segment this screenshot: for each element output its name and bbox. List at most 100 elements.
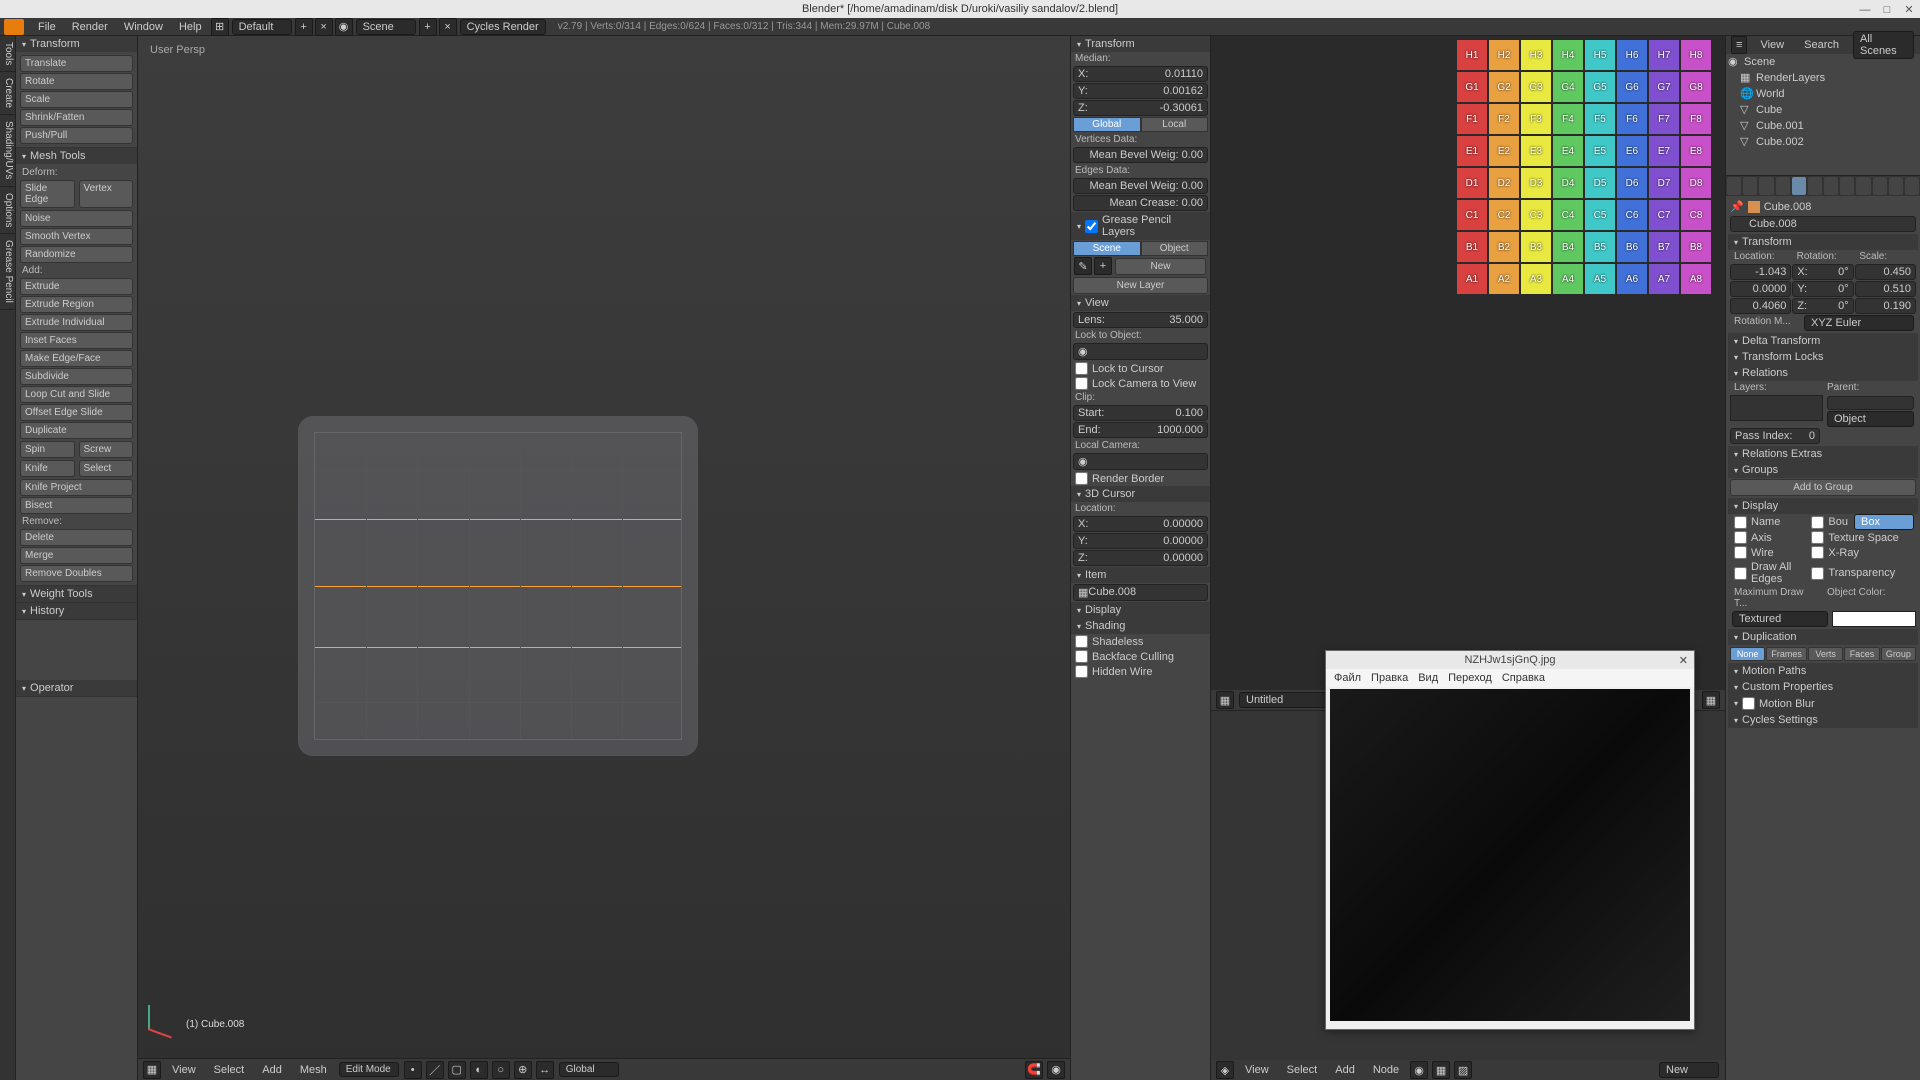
bounds-type-dropdown[interactable]: Box: [1854, 514, 1914, 530]
shadeless-check[interactable]: Shadeless: [1071, 634, 1210, 649]
parent-obj-field[interactable]: [1827, 396, 1914, 410]
engine-dropdown[interactable]: Cycles Render: [460, 19, 546, 35]
limit-sel-icon[interactable]: ◐: [470, 1061, 488, 1079]
palette-swatch[interactable]: B2: [1489, 232, 1519, 262]
palette-swatch[interactable]: D6: [1617, 168, 1647, 198]
3d-viewport[interactable]: User Persp (1) Cube.008: [138, 36, 1070, 1058]
tab-renderlayers[interactable]: [1743, 177, 1757, 195]
tab-modifiers[interactable]: [1824, 177, 1838, 195]
palette-swatch[interactable]: C2: [1489, 200, 1519, 230]
parent-type-dropdown[interactable]: Object: [1827, 411, 1914, 427]
uv-mode-icon[interactable]: ▦: [1702, 691, 1720, 709]
shader-tree-icon[interactable]: ◉: [1410, 1061, 1428, 1079]
palette-swatch[interactable]: B7: [1649, 232, 1679, 262]
palette-swatch[interactable]: H8: [1681, 40, 1711, 70]
node-editor-icon[interactable]: ◈: [1216, 1061, 1234, 1079]
translate-button[interactable]: Translate: [20, 55, 133, 72]
palette-swatch[interactable]: B8: [1681, 232, 1711, 262]
palette-swatch[interactable]: F8: [1681, 104, 1711, 134]
layout-dropdown[interactable]: Default: [232, 19, 292, 35]
vtab-grease[interactable]: Grease Pencil: [0, 234, 15, 310]
bisect-button[interactable]: Bisect: [20, 497, 133, 514]
bevel-weight2-field[interactable]: Mean Bevel Weig: 0.00: [1073, 178, 1208, 194]
disp-axis-check[interactable]: Axis: [1730, 530, 1807, 545]
palette-swatch[interactable]: A7: [1649, 264, 1679, 294]
tab-object[interactable]: [1792, 177, 1806, 195]
palette-swatch[interactable]: B3: [1521, 232, 1551, 262]
gp-add-icon[interactable]: +: [1094, 257, 1112, 275]
vertex-select-icon[interactable]: •: [404, 1061, 422, 1079]
palette-swatch[interactable]: G7: [1649, 72, 1679, 102]
tab-constraints[interactable]: [1808, 177, 1822, 195]
tab-texture[interactable]: [1873, 177, 1887, 195]
pass-index-field[interactable]: Pass Index:0: [1730, 428, 1820, 444]
subdivide-button[interactable]: Subdivide: [20, 368, 133, 385]
palette-swatch[interactable]: H7: [1649, 40, 1679, 70]
palette-swatch[interactable]: H3: [1521, 40, 1551, 70]
menu-window[interactable]: Window: [116, 21, 171, 33]
disp-transp-check[interactable]: Transparency: [1807, 560, 1916, 586]
palette-swatch[interactable]: E5: [1585, 136, 1615, 166]
vtab-tools[interactable]: Tools: [0, 36, 15, 72]
palette-swatch[interactable]: A1: [1457, 264, 1487, 294]
screw-button[interactable]: Screw: [79, 441, 134, 458]
palette-swatch[interactable]: F6: [1617, 104, 1647, 134]
palette-swatch[interactable]: E1: [1457, 136, 1487, 166]
palette-swatch[interactable]: D5: [1585, 168, 1615, 198]
palette-swatch[interactable]: E3: [1521, 136, 1551, 166]
extrude-region-button[interactable]: Extrude Region: [20, 296, 133, 313]
menu-help[interactable]: Help: [171, 21, 210, 33]
panel-operator[interactable]: Operator: [16, 680, 137, 696]
cursor-z-field[interactable]: Z:0.00000: [1073, 550, 1208, 566]
palette-swatch[interactable]: G1: [1457, 72, 1487, 102]
palette-swatch[interactable]: E2: [1489, 136, 1519, 166]
node-select-menu[interactable]: Select: [1279, 1064, 1326, 1076]
menu-render[interactable]: Render: [64, 21, 116, 33]
panel-transform[interactable]: Transform: [16, 36, 137, 52]
palette-swatch[interactable]: C4: [1553, 200, 1583, 230]
palette-swatch[interactable]: F3: [1521, 104, 1551, 134]
dup-faces-button[interactable]: Faces: [1844, 647, 1879, 661]
rot-x-field[interactable]: X:0°: [1792, 264, 1853, 280]
scale-button[interactable]: Scale: [20, 91, 133, 108]
pp-dup[interactable]: Duplication: [1728, 629, 1918, 645]
palette-swatch[interactable]: D1: [1457, 168, 1487, 198]
pp-display[interactable]: Display: [1728, 498, 1918, 514]
clip-start-field[interactable]: Start:0.100: [1073, 405, 1208, 421]
slide-edge-button[interactable]: Slide Edge: [20, 180, 75, 208]
layers-widget[interactable]: [1730, 395, 1823, 421]
extrude-button[interactable]: Extrude: [20, 278, 133, 295]
dup-none-button[interactable]: None: [1730, 647, 1765, 661]
rot-y-field[interactable]: Y:0°: [1792, 281, 1853, 297]
randomize-button[interactable]: Randomize: [20, 246, 133, 263]
tab-world[interactable]: [1776, 177, 1790, 195]
imgwin-help[interactable]: Справка: [1502, 672, 1545, 684]
palette-swatch[interactable]: G6: [1617, 72, 1647, 102]
palette-swatch[interactable]: D4: [1553, 168, 1583, 198]
median-x-field[interactable]: X:0.01110: [1073, 66, 1208, 82]
comp-tree-icon[interactable]: ▦: [1432, 1061, 1450, 1079]
palette-swatch[interactable]: A3: [1521, 264, 1551, 294]
mesh-menu[interactable]: Mesh: [292, 1064, 335, 1076]
palette-swatch[interactable]: A6: [1617, 264, 1647, 294]
inset-faces-button[interactable]: Inset Faces: [20, 332, 133, 349]
shrink-button[interactable]: Shrink/Fatten: [20, 109, 133, 126]
palette-swatch[interactable]: D8: [1681, 168, 1711, 198]
dup-verts-button[interactable]: Verts: [1808, 647, 1843, 661]
backface-check[interactable]: Backface Culling: [1071, 649, 1210, 664]
outliner-icon[interactable]: ≡: [1731, 36, 1747, 54]
palette-swatch[interactable]: H1: [1457, 40, 1487, 70]
pp-mpaths[interactable]: Motion Paths: [1728, 663, 1918, 679]
mblur-check[interactable]: [1742, 697, 1755, 710]
palette-swatch[interactable]: H6: [1617, 40, 1647, 70]
orientation-dropdown[interactable]: Global: [559, 1062, 619, 1077]
manipulator-icon[interactable]: ↔: [536, 1061, 554, 1079]
pp-groups[interactable]: Groups: [1728, 462, 1918, 478]
rborder-check[interactable]: Render Border: [1071, 471, 1210, 486]
tab-render[interactable]: [1727, 177, 1741, 195]
disp-wire-check[interactable]: Wire: [1730, 545, 1807, 560]
uv-image-editor[interactable]: H1H2H3H4H5H6H7H8G1G2G3G4G5G6G7G8F1F2F3F4…: [1211, 36, 1725, 690]
palette-swatch[interactable]: C3: [1521, 200, 1551, 230]
localcam-field[interactable]: ◉: [1073, 453, 1208, 470]
palette-swatch[interactable]: C7: [1649, 200, 1679, 230]
